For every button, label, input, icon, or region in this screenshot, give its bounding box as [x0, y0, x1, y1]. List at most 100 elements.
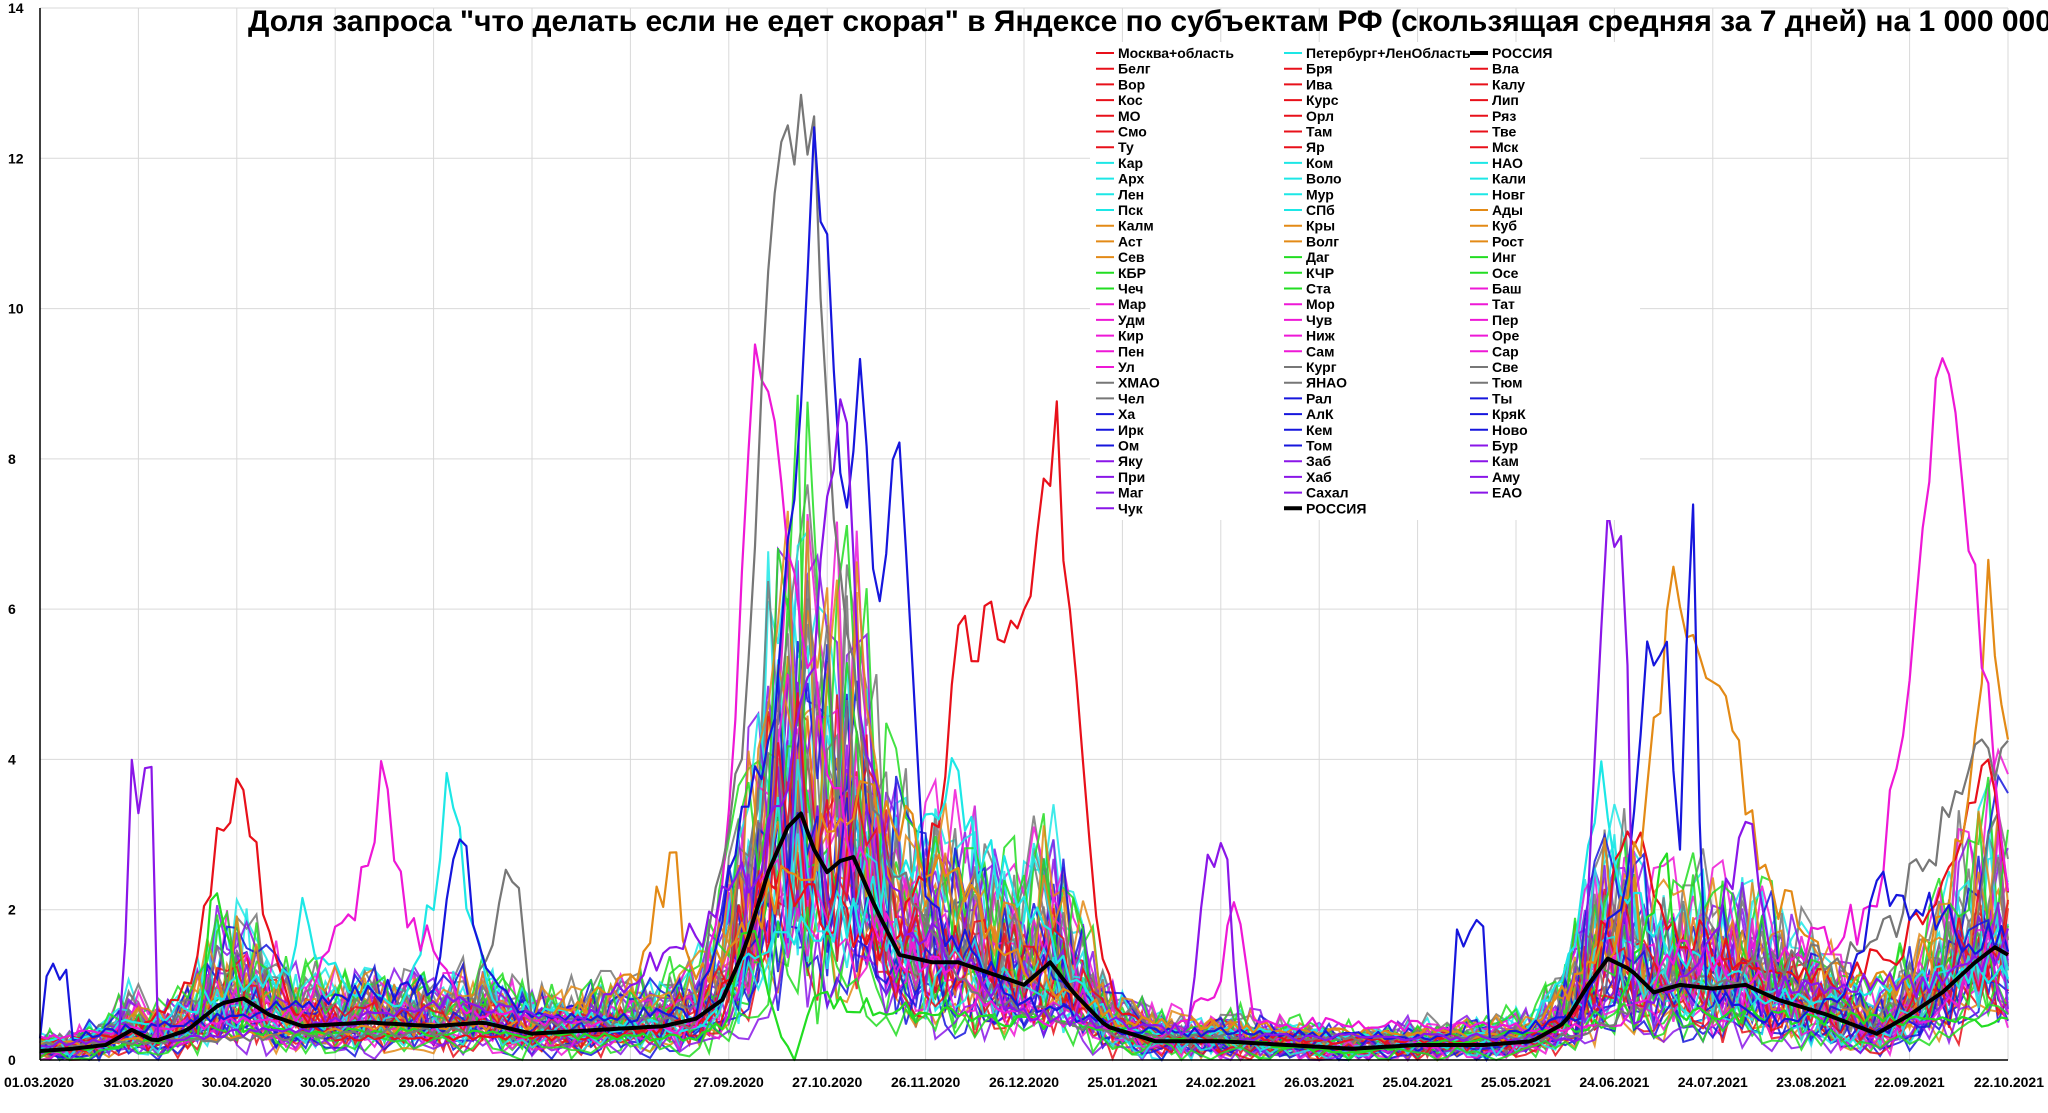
- legend-label: Ком: [1306, 155, 1333, 171]
- legend-label: Ады: [1492, 202, 1523, 218]
- x-tick-label: 31.03.2020: [103, 1074, 173, 1090]
- x-tick-label: 24.02.2021: [1186, 1074, 1256, 1090]
- y-tick-label: 0: [8, 1052, 16, 1068]
- legend-label: Даг: [1306, 249, 1330, 265]
- y-tick-label: 14: [8, 0, 24, 16]
- legend-label: Ста: [1306, 281, 1331, 297]
- y-tick-label: 8: [8, 451, 16, 467]
- x-tick-label: 25.04.2021: [1383, 1074, 1453, 1090]
- y-tick-label: 12: [8, 150, 24, 166]
- legend-label: Кали: [1492, 171, 1526, 187]
- legend: Москва+областьБелгВорКосМОСмоТуКарАрхЛен…: [1090, 42, 1640, 520]
- chart-svg: Москва+областьБелгВорКосМОСмоТуКарАрхЛен…: [0, 0, 2048, 1108]
- legend-label: Ту: [1118, 139, 1134, 155]
- y-tick-label: 10: [8, 301, 24, 317]
- chart: Москва+область Белг Вор Кос МО Смо Ту Кар Арх Лен…: [0, 0, 2048, 1108]
- legend-label: Вла: [1492, 61, 1519, 77]
- legend-label: СПб: [1306, 202, 1335, 218]
- legend-label: Мар: [1118, 296, 1146, 312]
- legend-label: Инг: [1492, 249, 1517, 265]
- legend-label: Курс: [1306, 92, 1339, 108]
- x-tick-label: 30.04.2020: [202, 1074, 272, 1090]
- x-tick-label: 27.09.2020: [694, 1074, 764, 1090]
- x-tick-label: 23.08.2021: [1776, 1074, 1846, 1090]
- legend-label: Лип: [1492, 92, 1519, 108]
- legend-label: АлК: [1306, 406, 1334, 422]
- legend-label: Сахал: [1306, 485, 1349, 501]
- legend-label: Чук: [1118, 500, 1144, 516]
- legend-label: Рал: [1306, 390, 1332, 406]
- x-tick-label: 25.01.2021: [1087, 1074, 1157, 1090]
- x-tick-label: 29.07.2020: [497, 1074, 567, 1090]
- legend-label: Осе: [1492, 265, 1519, 281]
- legend-label: Ниж: [1306, 328, 1336, 344]
- legend-label: Ряз: [1492, 108, 1516, 124]
- legend-label: Пер: [1492, 312, 1518, 328]
- legend-label: Яр: [1306, 139, 1325, 155]
- legend-label: Белг: [1118, 61, 1151, 77]
- x-tick-label: 30.05.2020: [300, 1074, 370, 1090]
- legend-label: РОССИЯ: [1492, 45, 1552, 61]
- legend-label: КЧР: [1306, 265, 1334, 281]
- legend-label: Удм: [1118, 312, 1145, 328]
- legend-label: Петербург+ЛенОбласть: [1306, 45, 1471, 61]
- legend-label: Том: [1306, 438, 1332, 454]
- legend-label: Аст: [1118, 233, 1143, 249]
- legend-label: Волг: [1306, 233, 1339, 249]
- legend-label: Пск: [1118, 202, 1144, 218]
- legend-label: Сам: [1306, 343, 1334, 359]
- x-tick-label: 22.09.2021: [1875, 1074, 1945, 1090]
- legend-label: Кар: [1118, 155, 1143, 171]
- legend-label: При: [1118, 469, 1145, 485]
- legend-label: ХМАО: [1118, 375, 1160, 391]
- legend-background: [1090, 42, 1640, 520]
- legend-label: Кам: [1492, 453, 1519, 469]
- x-tick-label: 24.07.2021: [1678, 1074, 1748, 1090]
- legend-label: КряК: [1492, 406, 1526, 422]
- legend-label: Ул: [1118, 359, 1135, 375]
- legend-label: Новг: [1492, 186, 1525, 202]
- legend-label: Тат: [1492, 296, 1515, 312]
- legend-label: Оре: [1492, 328, 1519, 344]
- y-tick-label: 2: [8, 902, 16, 918]
- legend-label: ЯНАО: [1306, 375, 1347, 391]
- legend-label: Сев: [1118, 249, 1145, 265]
- legend-label: НАО: [1492, 155, 1523, 171]
- x-tick-label: 29.06.2020: [399, 1074, 469, 1090]
- legend-label: Све: [1492, 359, 1519, 375]
- legend-label: Сар: [1492, 343, 1519, 359]
- legend-label: Воло: [1306, 171, 1342, 187]
- x-tick-label: 22.10.2021: [1974, 1074, 2044, 1090]
- legend-label: ЕАО: [1492, 485, 1522, 501]
- legend-label: Кир: [1118, 328, 1144, 344]
- legend-label: Аму: [1492, 469, 1520, 485]
- legend-label: Смо: [1118, 124, 1147, 140]
- legend-label: КБР: [1118, 265, 1146, 281]
- legend-label: Хаб: [1306, 469, 1332, 485]
- legend-label: Кры: [1306, 218, 1335, 234]
- legend-label: Ива: [1306, 76, 1332, 92]
- legend-label: РОССИЯ: [1306, 500, 1366, 516]
- legend-label: Ом: [1118, 438, 1139, 454]
- legend-label: МО: [1118, 108, 1141, 124]
- legend-label: Тюм: [1492, 375, 1523, 391]
- legend-label: Заб: [1306, 453, 1332, 469]
- legend-label: Там: [1306, 124, 1332, 140]
- legend-label: Чел: [1118, 390, 1145, 406]
- legend-label: Чув: [1306, 312, 1333, 328]
- legend-label: Баш: [1492, 281, 1522, 297]
- legend-label: Ха: [1118, 406, 1135, 422]
- legend-label: Мур: [1306, 186, 1334, 202]
- legend-label: Калу: [1492, 76, 1525, 92]
- x-tick-label: 28.08.2020: [595, 1074, 665, 1090]
- legend-label: Куб: [1492, 218, 1517, 234]
- legend-label: Маг: [1118, 485, 1144, 501]
- legend-label: Москва+область: [1118, 45, 1234, 61]
- legend-label: Яку: [1118, 453, 1143, 469]
- legend-label: Ты: [1492, 390, 1512, 406]
- chart-title: Доля запроса "что делать если не едет ск…: [248, 5, 2048, 38]
- legend-label: Рост: [1492, 233, 1524, 249]
- legend-label: Бур: [1492, 438, 1518, 454]
- legend-label: Лен: [1118, 186, 1144, 202]
- x-tick-label: 26.11.2020: [891, 1074, 961, 1090]
